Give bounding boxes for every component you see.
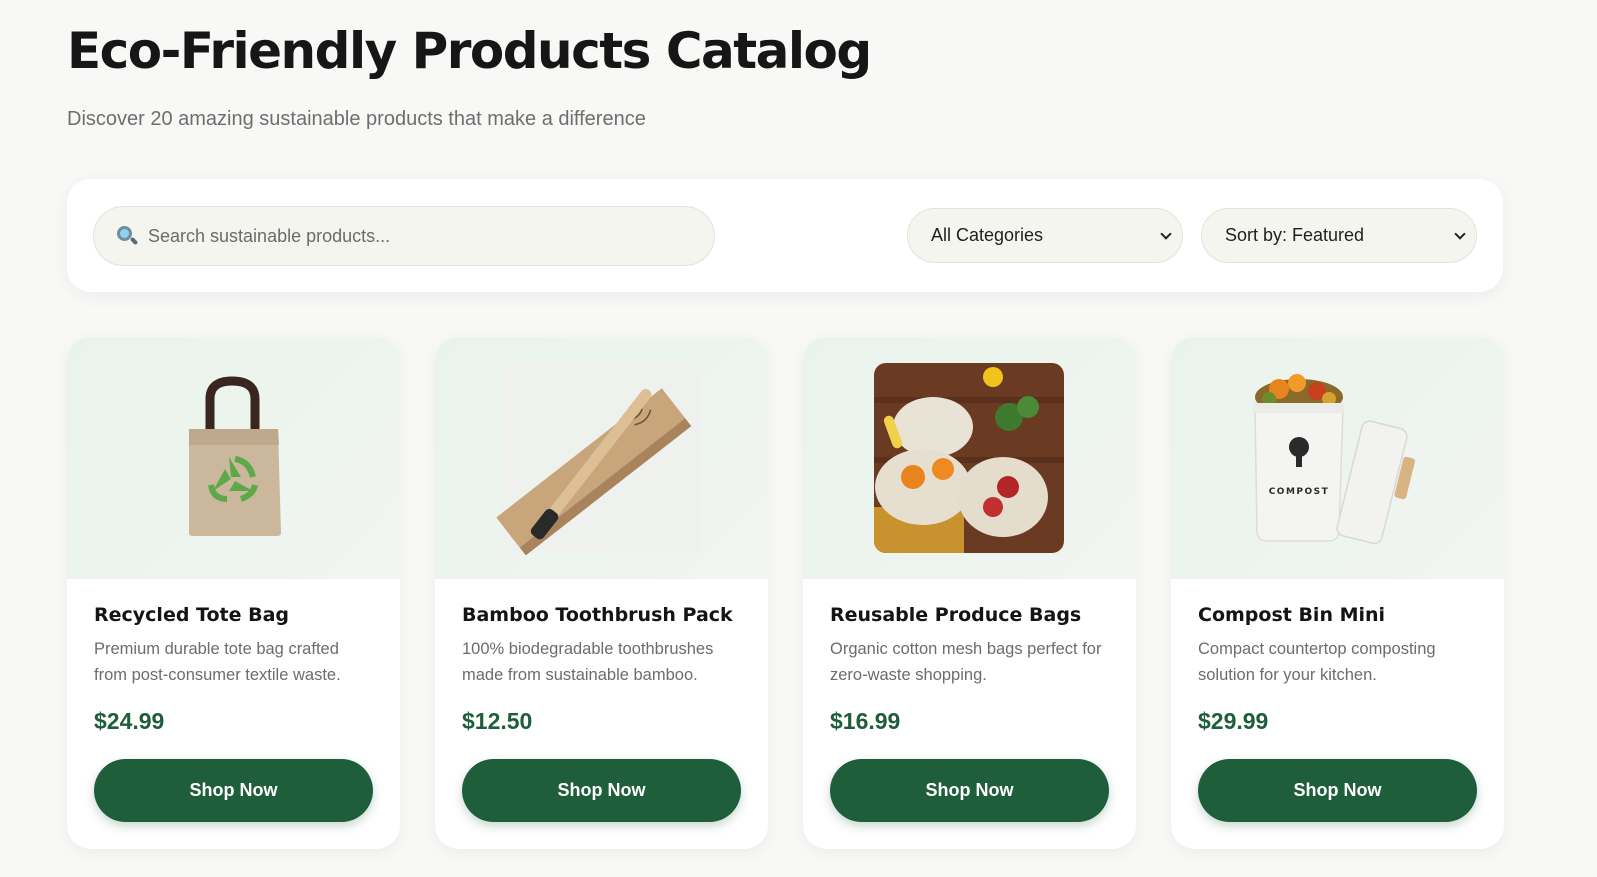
- product-image-area: COMPOST: [1171, 337, 1504, 579]
- shop-now-button[interactable]: Shop Now: [830, 759, 1109, 822]
- product-price: $16.99: [830, 708, 901, 734]
- product-image-area: [803, 337, 1136, 579]
- product-description: Compact countertop composting solution f…: [1198, 640, 1436, 684]
- product-price: $12.50: [462, 708, 533, 734]
- sort-select-value: Sort by: Featured: [1225, 225, 1365, 245]
- product-card[interactable]: Recycled Tote Bag Premium durable tote b…: [67, 337, 400, 849]
- page-subtitle: Discover 20 amazing sustainable products…: [67, 108, 646, 130]
- bamboo-toothbrush-image: [496, 363, 700, 556]
- product-name: Bamboo Toothbrush Pack: [462, 604, 733, 626]
- shop-now-button[interactable]: Shop Now: [94, 759, 373, 822]
- category-select[interactable]: All Categories: [907, 208, 1183, 263]
- search-box[interactable]: [93, 206, 715, 266]
- product-card[interactable]: Bamboo Toothbrush Pack 100% biodegradabl…: [435, 337, 768, 849]
- search-input[interactable]: [148, 207, 668, 265]
- chevron-down-icon: [1160, 227, 1172, 240]
- product-name: Recycled Tote Bag: [94, 604, 290, 626]
- compost-label: COMPOST: [1269, 487, 1330, 497]
- produce-bags-image: [874, 363, 1064, 553]
- tote-bag-image: [189, 376, 281, 536]
- compost-bin-image: COMPOST: [1253, 374, 1416, 545]
- product-name: Compost Bin Mini: [1198, 604, 1386, 626]
- product-card[interactable]: COMPOST Compost Bin Mini Compact counter…: [1171, 337, 1504, 849]
- product-description: 100% biodegradable toothbrushes made fro…: [462, 640, 714, 684]
- product-description: Organic cotton mesh bags perfect for zer…: [830, 640, 1102, 684]
- product-name: Reusable Produce Bags: [830, 604, 1082, 626]
- product-image-area: [67, 337, 400, 579]
- product-description: Premium durable tote bag crafted from po…: [94, 640, 341, 684]
- product-price: $29.99: [1198, 708, 1269, 734]
- product-price: $24.99: [94, 708, 165, 734]
- shop-now-button[interactable]: Shop Now: [1198, 759, 1477, 822]
- chevron-down-icon: [1454, 227, 1466, 240]
- product-image-area: [435, 337, 768, 579]
- filter-toolbar: All Categories Sort by: Featured: [67, 179, 1503, 292]
- sort-select[interactable]: Sort by: Featured: [1201, 208, 1477, 263]
- shop-now-button[interactable]: Shop Now: [462, 759, 741, 822]
- product-card[interactable]: Reusable Produce Bags Organic cotton mes…: [803, 337, 1136, 849]
- search-icon: [116, 225, 139, 247]
- category-select-value: All Categories: [931, 225, 1044, 245]
- page-title: Eco-Friendly Products Catalog: [67, 22, 872, 80]
